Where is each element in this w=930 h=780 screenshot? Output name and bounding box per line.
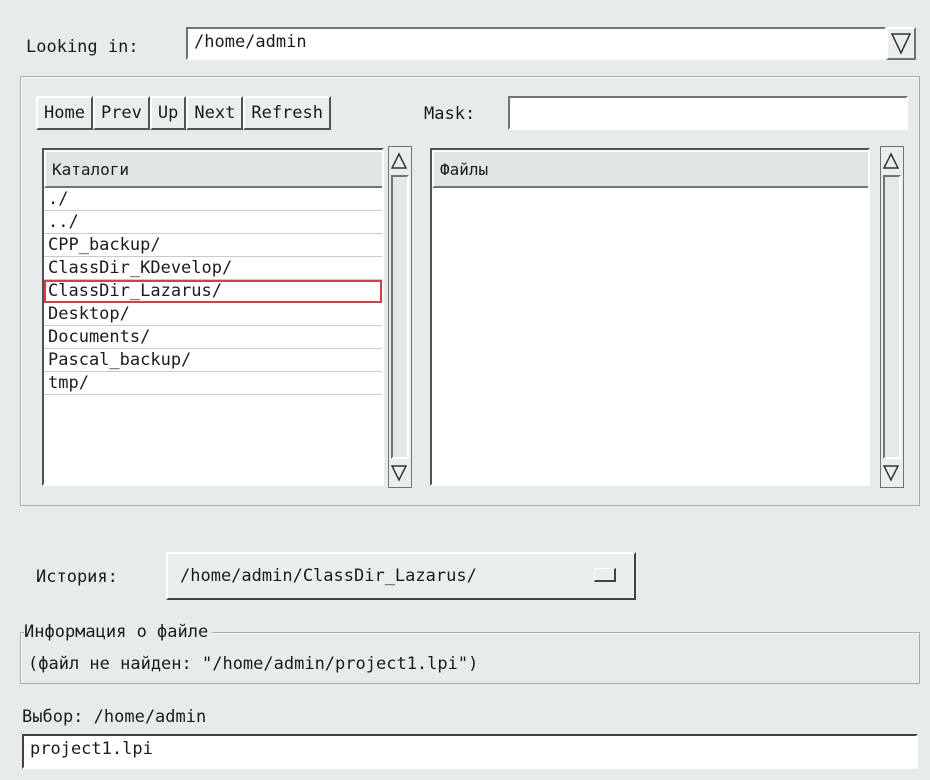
looking-in-combo[interactable]: /home/admin xyxy=(186,27,886,60)
directory-item[interactable]: tmp/ xyxy=(44,372,382,395)
directory-item[interactable]: ClassDir_KDevelop/ xyxy=(44,257,382,280)
directories-rows: ./../CPP_backup/ClassDir_KDevelop/ClassD… xyxy=(44,188,382,395)
directory-item[interactable]: Documents/ xyxy=(44,326,382,349)
directories-list[interactable]: Каталоги ./../CPP_backup/ClassDir_KDevel… xyxy=(42,148,384,486)
refresh-button[interactable]: Refresh xyxy=(243,96,331,130)
prev-button[interactable]: Prev xyxy=(92,96,150,130)
home-button[interactable]: Home xyxy=(36,96,93,130)
scroll-up-arrow-icon[interactable] xyxy=(882,149,900,173)
history-dropdown[interactable]: /home/admin/ClassDir_Lazarus/ xyxy=(166,552,636,600)
chevron-down-icon xyxy=(890,33,912,55)
option-menu-icon xyxy=(594,568,616,582)
looking-in-dropdown-button[interactable] xyxy=(886,27,916,60)
directory-item[interactable]: CPP_backup/ xyxy=(44,234,382,257)
directories-scrollbar[interactable] xyxy=(388,146,412,488)
selection-label: Выбор: /home/admin xyxy=(22,707,207,727)
history-value: /home/admin/ClassDir_Lazarus/ xyxy=(180,566,477,586)
history-label: История: xyxy=(36,567,118,587)
directory-item[interactable]: ./ xyxy=(44,188,382,211)
directory-item[interactable]: Desktop/ xyxy=(44,303,382,326)
directories-scroll-trough[interactable] xyxy=(391,175,409,459)
filename-input[interactable]: project1.lpi xyxy=(22,734,918,769)
directory-item[interactable]: ClassDir_Lazarus/ xyxy=(44,280,382,303)
scroll-up-arrow-icon[interactable] xyxy=(390,149,408,173)
scroll-down-arrow-icon[interactable] xyxy=(390,461,408,485)
files-list[interactable]: Файлы xyxy=(430,148,870,486)
up-button[interactable]: Up xyxy=(149,96,187,130)
directory-item[interactable]: Pascal_backup/ xyxy=(44,349,382,372)
looking-in-label: Looking in: xyxy=(26,37,139,57)
files-header[interactable]: Файлы xyxy=(432,150,868,188)
file-info-text: (файл не найден: "/home/admin/project1.l… xyxy=(28,654,479,674)
looking-in-value: /home/admin xyxy=(194,32,307,52)
scroll-down-arrow-icon[interactable] xyxy=(882,461,900,485)
files-scrollbar[interactable] xyxy=(880,146,904,488)
file-info-title: Информация о файле xyxy=(24,621,213,643)
directory-item[interactable]: ../ xyxy=(44,211,382,234)
files-scroll-trough[interactable] xyxy=(883,175,901,459)
mask-input[interactable] xyxy=(508,96,908,130)
mask-label: Mask: xyxy=(424,104,476,124)
filename-value: project1.lpi xyxy=(30,739,153,759)
directories-header[interactable]: Каталоги xyxy=(44,150,382,188)
navigation-toolbar: Home Prev Up Next Refresh xyxy=(36,96,331,130)
next-button[interactable]: Next xyxy=(186,96,244,130)
